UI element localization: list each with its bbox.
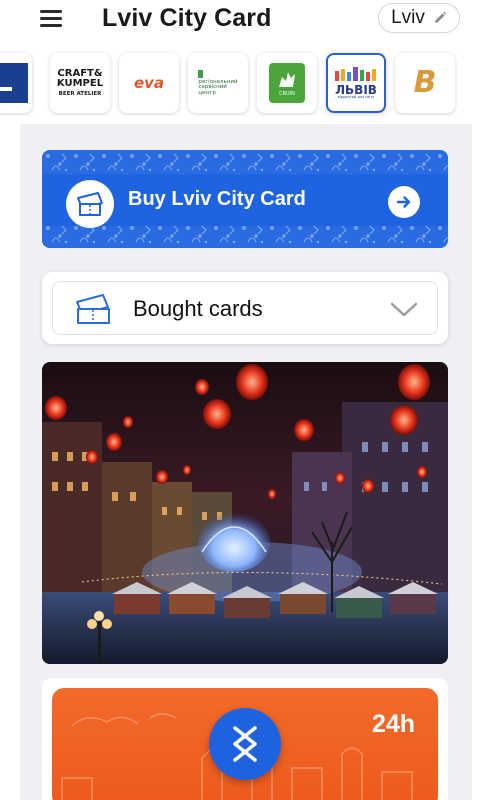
chevron-down-icon: [390, 302, 418, 317]
menu-icon[interactable]: [40, 10, 62, 27]
griffin-icon: [279, 72, 295, 87]
card-duration-label: 24h: [372, 710, 416, 738]
arrow-right-icon: [388, 186, 420, 218]
service-center-logo: регіональний сервісний центр: [198, 69, 238, 97]
partner-logo-b[interactable]: B: [395, 53, 455, 113]
partner-logo-lviv[interactable]: ЛЬВІВ відкритий для світу: [326, 53, 386, 113]
photo-image: [42, 362, 448, 664]
bought-cards-row: Bought cards: [52, 281, 438, 335]
bought-cards-label: Bought cards: [133, 296, 263, 321]
tickets-icon: [76, 294, 110, 324]
green-logo: CRUIN: [269, 63, 305, 103]
city-selector-button[interactable]: Lviv: [378, 3, 460, 33]
craft-kumpel-logo: CRAFT& KUMPEL BEER ATELIER: [56, 67, 104, 97]
bought-cards-dropdown[interactable]: Bought cards: [42, 272, 448, 344]
eva-logo: eva: [133, 73, 165, 92]
partner-logo-service-center[interactable]: регіональний сервісний центр: [188, 53, 248, 113]
promo-photo-lviv-night-market[interactable]: [42, 362, 448, 664]
app-header: Lviv City Card Lviv: [0, 0, 477, 40]
partner-logo-craft-kumpel[interactable]: CRAFT& KUMPEL BEER ATELIER: [50, 53, 110, 113]
card-scan-fab[interactable]: [209, 708, 281, 780]
b-logo: B: [413, 65, 437, 100]
partner-logo-0[interactable]: [0, 53, 32, 113]
buy-card-label: Buy Lviv City Card: [128, 188, 306, 210]
buy-city-card-button[interactable]: Buy Lviv City Card: [42, 150, 448, 248]
ticket-icon: [66, 180, 114, 228]
partner-logo-green[interactable]: CRUIN: [257, 53, 317, 113]
lviv-skyline-icon: [335, 66, 376, 81]
partner-logo-image: [0, 63, 28, 103]
card-logo-icon: [233, 726, 257, 762]
city-name: Lviv: [391, 7, 425, 28]
pencil-icon: [434, 11, 447, 23]
partners-carousel[interactable]: CRAFT& KUMPEL BEER ATELIER eva регіональ…: [0, 50, 477, 116]
lviv-logo: ЛЬВІВ відкритий для світу: [333, 66, 379, 100]
partner-logo-eva[interactable]: eva: [119, 53, 179, 113]
page-title: Lviv City Card: [102, 4, 272, 32]
